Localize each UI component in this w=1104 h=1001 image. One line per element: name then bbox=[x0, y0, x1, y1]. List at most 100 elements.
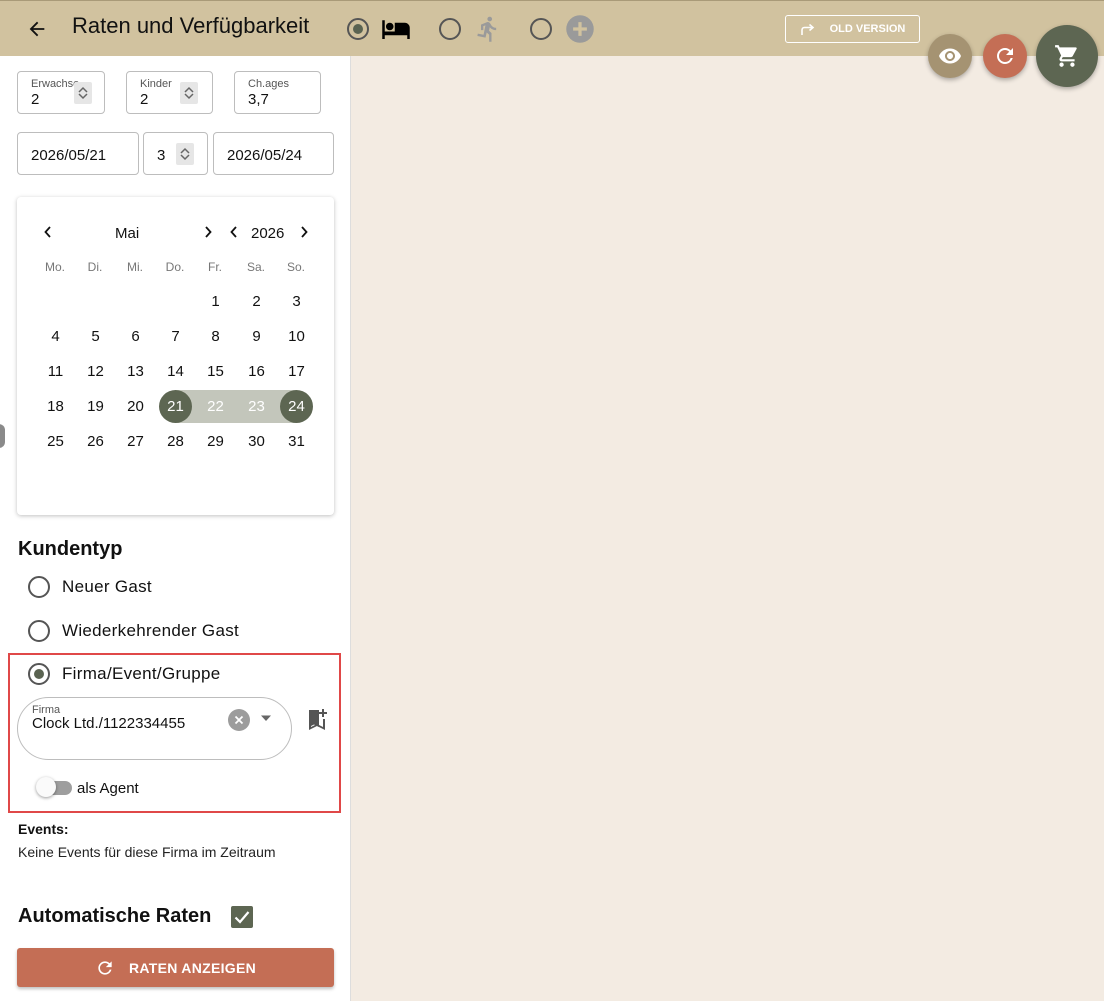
calendar-day[interactable]: 4 bbox=[39, 320, 72, 353]
preview-button[interactable] bbox=[928, 34, 972, 78]
customer-option-company[interactable]: Firma/Event/Gruppe bbox=[28, 663, 220, 685]
calendar-day[interactable]: 31 bbox=[280, 425, 313, 458]
plus-circle-icon bbox=[564, 15, 596, 43]
radio-label: Firma/Event/Gruppe bbox=[62, 664, 221, 683]
chevron-down-icon bbox=[78, 93, 88, 100]
nights-stepper[interactable] bbox=[176, 143, 194, 165]
weekday-header: Mi. bbox=[127, 260, 143, 274]
calendar-day[interactable]: 10 bbox=[280, 320, 313, 353]
adults-stepper[interactable] bbox=[74, 82, 92, 104]
calendar-day[interactable]: 28 bbox=[159, 425, 192, 458]
weekday-header: Di. bbox=[87, 260, 103, 274]
mode-radio-activities[interactable] bbox=[439, 18, 461, 40]
chevron-right-icon bbox=[301, 226, 308, 238]
calendar-day[interactable]: 14 bbox=[159, 355, 192, 388]
bookmark-add-icon[interactable] bbox=[306, 707, 328, 731]
children-stepper[interactable] bbox=[180, 82, 198, 104]
calendar-day[interactable]: 20 bbox=[119, 390, 152, 423]
arrival-date-field[interactable]: 2026/05/21 bbox=[17, 132, 139, 175]
calendar-day[interactable]: 21 bbox=[159, 390, 192, 423]
old-version-button[interactable]: OLD VERSION bbox=[785, 15, 920, 43]
weekday-header: Fr. bbox=[208, 260, 222, 274]
calendar-day[interactable]: 6 bbox=[119, 320, 152, 353]
calendar-day[interactable]: 30 bbox=[240, 425, 273, 458]
calendar-year: 2026 bbox=[251, 225, 285, 242]
calendar-day[interactable]: 19 bbox=[79, 390, 112, 423]
show-rates-button[interactable]: RATEN ANZEIGEN bbox=[17, 948, 334, 987]
calendar-day[interactable]: 15 bbox=[199, 355, 232, 388]
calendar-day[interactable]: 16 bbox=[240, 355, 273, 388]
toggle-thumb bbox=[36, 777, 56, 797]
mode-radio-rooms[interactable] bbox=[347, 18, 369, 40]
calendar-day[interactable]: 23 bbox=[240, 390, 273, 423]
customer-option-new-guest[interactable]: Neuer Gast bbox=[28, 576, 152, 598]
mode-radio-extras[interactable] bbox=[530, 18, 552, 40]
adults-field[interactable]: Erwachse... 2 bbox=[17, 71, 105, 114]
next-year-button[interactable] bbox=[294, 221, 314, 243]
clear-icon[interactable] bbox=[228, 709, 250, 731]
company-autocomplete[interactable]: Firma Clock Ltd./1122334455 bbox=[17, 697, 292, 760]
radio-returning-guest[interactable] bbox=[28, 620, 50, 642]
show-rates-label: RATEN ANZEIGEN bbox=[128, 959, 257, 976]
auto-rates-checkbox[interactable] bbox=[231, 906, 253, 928]
calendar-day[interactable]: 7 bbox=[159, 320, 192, 353]
company-value: Clock Ltd./1122334455 bbox=[32, 715, 186, 732]
calendar-day[interactable]: 27 bbox=[119, 425, 152, 458]
refresh-button[interactable] bbox=[983, 34, 1027, 78]
calendar-day[interactable]: 11 bbox=[39, 355, 72, 388]
calendar-day[interactable]: 9 bbox=[240, 320, 273, 353]
calendar-day[interactable]: 18 bbox=[39, 390, 72, 423]
calendar-day[interactable]: 17 bbox=[280, 355, 313, 388]
calendar-day[interactable]: 12 bbox=[79, 355, 112, 388]
chevron-left-icon bbox=[44, 226, 51, 238]
children-field[interactable]: Kinder 2 bbox=[126, 71, 213, 114]
calendar-day[interactable]: 22 bbox=[199, 390, 232, 423]
arrival-date-value: 2026/05/21 bbox=[31, 147, 107, 164]
radio-new-guest[interactable] bbox=[28, 576, 50, 598]
calendar-day[interactable]: 8 bbox=[199, 320, 232, 353]
checkmark-icon bbox=[234, 911, 250, 924]
radio-label: Wiederkehrender Gast bbox=[62, 621, 240, 640]
customer-option-returning-guest[interactable]: Wiederkehrender Gast bbox=[28, 620, 239, 642]
calendar-day[interactable]: 26 bbox=[79, 425, 112, 458]
events-text: Keine Events für diese Firma im Zeitraum bbox=[18, 844, 276, 860]
calendar-month: Mai bbox=[115, 225, 140, 242]
nights-value: 3 bbox=[157, 147, 166, 164]
refresh-icon bbox=[997, 48, 1013, 64]
radio-company[interactable] bbox=[28, 663, 50, 685]
calendar-day[interactable]: 1 bbox=[199, 285, 232, 318]
calendar-day[interactable]: 24 bbox=[280, 390, 313, 423]
adults-value: 2 bbox=[31, 91, 40, 108]
calendar-day[interactable]: 5 bbox=[79, 320, 112, 353]
calendar-day[interactable]: 2 bbox=[240, 285, 273, 318]
date-picker-calendar: Mai 2026 Mo. Di. Mi. Do. Fr. Sa. So. 1 2 3 4 5 6 7 8 9 1… bbox=[17, 197, 334, 515]
weekday-header: So. bbox=[286, 260, 305, 274]
chevron-down-icon bbox=[180, 154, 190, 161]
weekday-header: Do. bbox=[165, 260, 185, 274]
chevron-left-icon bbox=[230, 226, 237, 238]
calendar-day[interactable]: 13 bbox=[119, 355, 152, 388]
agent-toggle[interactable] bbox=[36, 777, 72, 797]
calendar-day[interactable]: 25 bbox=[39, 425, 72, 458]
weekday-header: Mo. bbox=[44, 260, 65, 274]
dropdown-arrow-icon[interactable] bbox=[260, 714, 272, 722]
nights-field[interactable]: 3 bbox=[143, 132, 208, 175]
refresh-icon bbox=[98, 960, 112, 975]
child-ages-label: Ch.ages bbox=[248, 78, 289, 90]
child-ages-field[interactable]: Ch.ages 3,7 bbox=[234, 71, 321, 114]
panel-resize-handle[interactable] bbox=[0, 424, 5, 448]
back-button[interactable] bbox=[22, 14, 52, 44]
calendar-day[interactable]: 3 bbox=[280, 285, 313, 318]
auto-rates-label: Automatische Raten bbox=[18, 905, 212, 927]
chevron-down-icon bbox=[184, 93, 194, 100]
left-panel: Erwachse... 2 Kinder 2 Ch.ages 3,7 2026/… bbox=[0, 56, 351, 1001]
next-month-button[interactable] bbox=[198, 221, 218, 243]
calendar-day[interactable]: 29 bbox=[199, 425, 232, 458]
prev-year-button[interactable] bbox=[224, 221, 244, 243]
date-range-highlight bbox=[175, 390, 296, 423]
prev-month-button[interactable] bbox=[38, 221, 58, 243]
cart-button[interactable] bbox=[1036, 25, 1098, 87]
departure-date-field[interactable]: 2026/05/24 bbox=[213, 132, 334, 175]
radio-label: Neuer Gast bbox=[62, 577, 152, 596]
bed-icon bbox=[380, 15, 412, 43]
